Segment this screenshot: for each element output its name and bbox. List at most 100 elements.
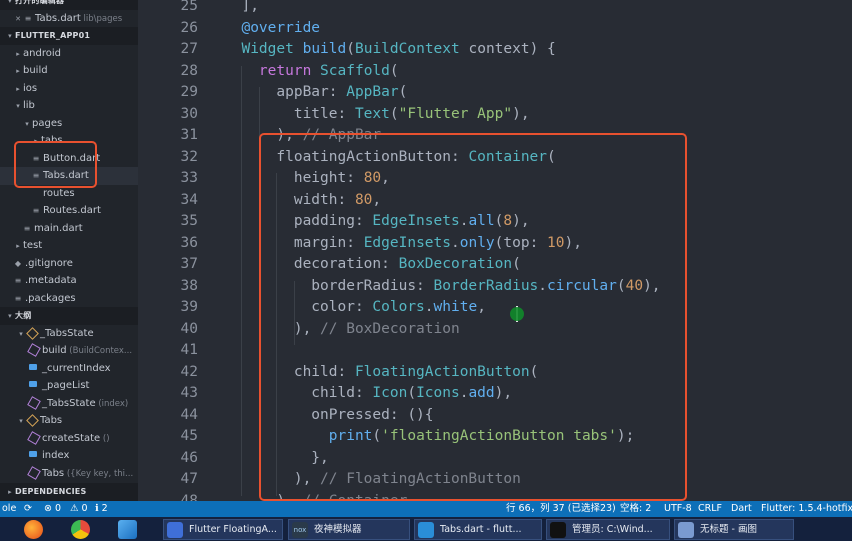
line-number: 28 [180,62,198,79]
file-item[interactable]: ≡ .metadata [0,272,138,290]
code-line[interactable]: ], [224,0,259,14]
chevron-right-icon: ▸ [16,49,20,58]
file-item[interactable]: ≡ .packages [0,290,138,308]
file-icon: ≡ [32,206,40,215]
taskbar-button[interactable]: Tabs.dart - flutt... [414,519,542,540]
file-item[interactable]: ≡ Routes.dart [0,202,138,220]
code-line[interactable]: padding: EdgeInsets.all(8), [224,213,530,229]
eol[interactable]: CRLF [698,501,722,517]
line-number: 32 [180,148,198,165]
sync-icon[interactable]: ⟳ [24,501,32,517]
code-editor[interactable]: 25 26 27 28 29 30 31 32 33 34 35 36 37 38 39 40 41 42 43 44… [138,0,852,501]
code-token: ( [398,84,408,100]
code-line[interactable]: color: Colors.white, [224,299,486,315]
code-area[interactable]: ], @override Widget build(BuildContext c… [224,0,852,501]
chevron-down-icon: ▾ [25,119,29,128]
code-line[interactable]: height: 80, [224,170,390,186]
code-token: only [459,234,495,251]
folder-item[interactable]: ▸ test [0,237,138,255]
code-line[interactable]: child: Icon(Icons.add), [224,385,512,401]
app-icon [678,522,694,538]
cursor-position[interactable]: 行 66，列 37 (已选择23) [506,501,616,517]
folder-item[interactable]: ▸ android [0,45,138,63]
section-header[interactable]: ▾ FLUTTER_APP01 [0,27,138,45]
file-item[interactable]: ≡ Button.dart [0,150,138,168]
folder-item[interactable]: ▾ pages [0,115,138,133]
outline-item[interactable]: Tabs ({Key key, thi... [0,465,138,483]
outline-item[interactable]: ▾ _TabsState [0,325,138,343]
outline-signature: () [102,433,110,444]
file-item[interactable]: routes [0,185,138,203]
code-line[interactable]: floatingActionButton: Container( [224,148,555,165]
file-item[interactable]: ◆ .gitignore [0,255,138,273]
app-icon[interactable] [118,520,137,539]
code-token: @override [241,19,321,36]
code-line[interactable]: width: 80, [224,192,381,208]
code-line[interactable]: return Scaffold( [224,63,399,79]
firefox-icon[interactable] [24,520,43,539]
outline-item[interactable]: _pageList [0,377,138,395]
outline-label: _TabsState [42,397,96,409]
code-token: AppBar [346,84,399,100]
code-line[interactable]: appBar: AppBar( [224,84,407,100]
taskbar-button[interactable]: nox 夜神模拟器 [288,519,410,540]
code-line[interactable]: @override [224,20,320,36]
code-line[interactable]: ), // FloatingActionButton [224,471,521,487]
code-line[interactable]: child: FloatingActionButton( [224,364,538,380]
code-line[interactable]: borderRadius: BorderRadius.circular(40), [224,277,660,294]
item-label: tabs [41,135,63,146]
code-token: add [468,385,495,401]
code-token: . [538,277,548,294]
code-token: ], [224,0,259,14]
taskbar-button[interactable]: 管理员: C:\Wind... [546,519,670,540]
folder-item[interactable]: ▸ tabs [0,132,138,150]
folder-item[interactable]: ▸ build [0,62,138,80]
section-header[interactable]: ▾ 大纲 [0,307,138,325]
chevron-down-icon: ▾ [19,329,23,338]
encoding[interactable]: UTF-8 [664,501,692,517]
item-label: .gitignore [25,257,73,269]
folder-item[interactable]: ▸ ios [0,80,138,98]
item-label: lib [23,100,35,111]
outline-signature: ({Key key, thi... [66,468,134,479]
errors-count[interactable]: ⊗ 0 [44,501,61,517]
code-token: child: [224,363,355,380]
taskbar-button[interactable]: Flutter FloatingA... [163,519,283,540]
flutter-version[interactable]: Flutter: 1.5.4-hotfix.2 [761,501,852,517]
warnings-count[interactable]: ⚠ 0 [70,501,88,517]
chrome-app-icon[interactable] [71,520,90,539]
file-item[interactable]: ≡ Tabs.dart [0,167,138,185]
info-count[interactable]: ℹ 2 [95,501,108,517]
outline-signature: (BuildContex... [69,346,133,356]
outline-item[interactable]: build (BuildContex... [0,342,138,360]
code-token: Container [468,148,548,165]
outline-item[interactable]: createState () [0,430,138,448]
section-header[interactable]: ▸ DEPENDENCIES [0,483,138,501]
file-item[interactable]: ✕ ≡ Tabs.dart lib\pages [0,10,138,28]
taskbar-button[interactable]: 无标题 - 画图 [674,519,794,540]
line-number: 45 [180,428,198,444]
file-item[interactable]: ≡ main.dart [0,220,138,238]
code-line[interactable]: ), // Container [224,493,407,502]
code-line[interactable]: onPressed: (){ [224,407,433,423]
outline-item[interactable]: index [0,447,138,465]
outline-item[interactable]: ▾ Tabs [0,412,138,430]
code-line[interactable]: Widget build(BuildContext context) { [224,41,555,57]
folder-item[interactable]: ▾ lib [0,97,138,115]
explorer-sidebar: ▾ 打开的编辑器 ✕ ≡ Tabs.dart lib\pages ▾ FLUTTER_APP… [0,0,138,501]
section-header[interactable]: ▾ 打开的编辑器 [0,0,138,10]
outline-label: build [42,345,67,356]
outline-item[interactable]: _currentIndex [0,360,138,378]
code-line[interactable]: margin: EdgeInsets.only(top: 10), [224,235,582,251]
indent-setting[interactable]: 空格: 2 [620,501,651,517]
code-line[interactable]: ), // AppBar [224,127,381,143]
item-label: test [23,240,43,251]
code-line[interactable]: print('floatingActionButton tabs'); [224,428,635,444]
language-mode[interactable]: Dart [731,501,752,517]
outline-item[interactable]: _TabsState (index) [0,395,138,413]
code-line[interactable]: title: Text("Flutter App"), [224,106,530,122]
code-line[interactable]: decoration: BoxDecoration( [224,256,521,272]
line-number: 42 [180,363,198,380]
taskbar-button-label: Tabs.dart - flutt... [440,524,522,535]
